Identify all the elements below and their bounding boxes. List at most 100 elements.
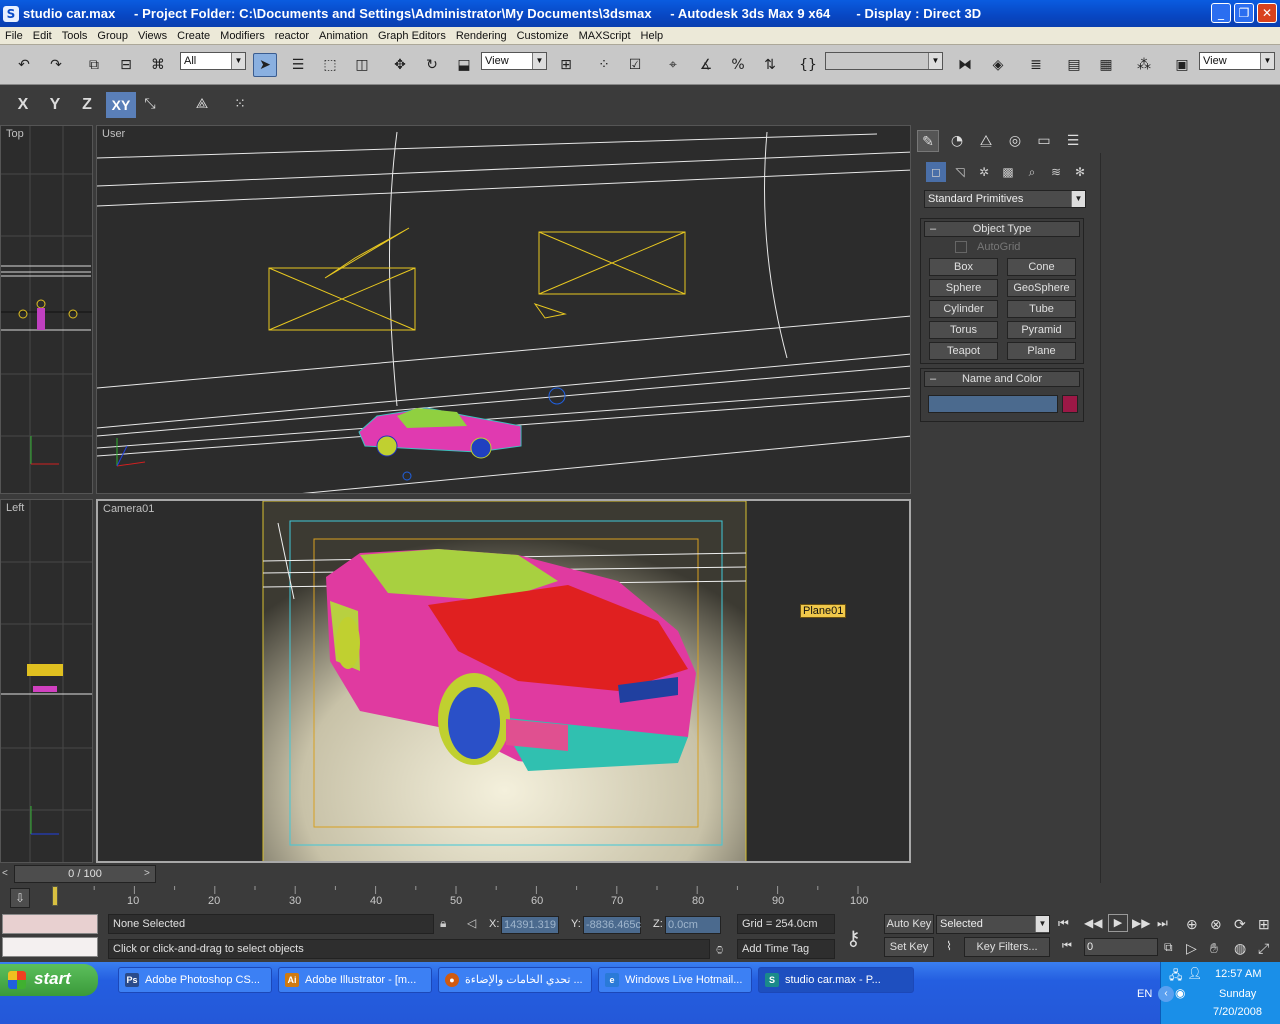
render-scene-icon[interactable]: ▣ (1170, 53, 1194, 77)
helpers-icon[interactable]: ⌕ (1022, 162, 1042, 182)
viewport-left[interactable]: Left (0, 499, 93, 863)
menu-modifiers[interactable]: Modifiers (215, 30, 270, 42)
layer-manager-icon[interactable]: ≣ (1024, 53, 1048, 77)
schematic-view-icon[interactable]: ▦ (1094, 53, 1118, 77)
start-button[interactable]: start (0, 964, 98, 996)
cylinder-button[interactable]: Cylinder (929, 300, 998, 318)
viewport-label-user[interactable]: User (102, 128, 125, 140)
default-in-out-tangents-icon[interactable]: ⌇ (938, 939, 960, 957)
array-icon[interactable]: ⟁ (190, 92, 214, 116)
next-frame-icon[interactable]: ▶︎▶︎ (1132, 916, 1150, 930)
category-dropdown[interactable]: Standard Primitives ▼ (924, 190, 1086, 208)
menu-help[interactable]: Help (636, 30, 669, 42)
select-by-name-icon[interactable]: ☰ (286, 53, 310, 77)
pan-icon[interactable]: ✋︎ (1210, 940, 1218, 957)
lock-icon[interactable]: 🔒︎ (440, 916, 446, 931)
viewport-label-top[interactable]: Top (6, 128, 24, 140)
plane-button[interactable]: Plane (1007, 342, 1076, 360)
zoom-all-icon[interactable]: ⊗ (1210, 916, 1222, 933)
move-icon[interactable]: ✥ (388, 53, 412, 77)
spinner-snap-icon[interactable]: ⇅ (758, 53, 782, 77)
select-manipulate-icon[interactable]: ⁘ (592, 53, 616, 77)
geometry-icon[interactable]: ◻ (926, 162, 946, 182)
play-icon[interactable]: ▶︎ (1108, 914, 1128, 932)
bind-spacewarp-icon[interactable]: ⌘ (146, 53, 170, 77)
scale-icon[interactable]: ⬓ (452, 53, 476, 77)
systems-icon[interactable]: ✻ (1070, 162, 1090, 182)
previous-frame-icon[interactable]: ◀︎◀︎ (1084, 916, 1102, 930)
close-button[interactable]: ✕ (1257, 3, 1277, 23)
key-filters-button[interactable]: Key Filters... (964, 937, 1050, 957)
hierarchy-tab-icon[interactable]: ⧋ (975, 130, 997, 152)
autogrid-checkbox[interactable] (955, 241, 967, 253)
maxscript-output-mini[interactable] (2, 937, 98, 957)
create-tab-icon[interactable]: ✎ (917, 130, 939, 152)
task-illustrator[interactable]: Ai Adobe Illustrator - [m... (278, 967, 432, 993)
zoom-extents-icon[interactable]: ⊞ (1258, 916, 1270, 933)
space-warps-icon[interactable]: ≋ (1046, 162, 1066, 182)
y-coordinate-field[interactable]: -8836.465c (583, 916, 641, 934)
task-firefox[interactable]: ● تحدي الخامات والإضاءة ... (438, 967, 592, 993)
go-to-end-icon[interactable]: ⏭︎ (1157, 916, 1168, 931)
shapes-icon[interactable]: ◹ (950, 162, 970, 182)
axis-x-button[interactable]: X (10, 92, 36, 118)
display-tab-icon[interactable]: ▭ (1033, 130, 1055, 152)
tube-button[interactable]: Tube (1007, 300, 1076, 318)
render-type-dropdown[interactable]: View ▼ (1199, 52, 1275, 70)
menu-customize[interactable]: Customize (512, 30, 574, 42)
z-coordinate-field[interactable]: 0.0cm (665, 916, 721, 934)
snap-toggle-icon[interactable]: ⌖ (661, 53, 685, 77)
field-of-view-icon[interactable]: ▷ (1186, 940, 1197, 957)
viewport-user[interactable]: User (96, 125, 911, 494)
time-tag-icon[interactable]: ⌚︎ (714, 942, 725, 958)
teapot-button[interactable]: Teapot (929, 342, 998, 360)
maxscript-listener-mini[interactable] (2, 914, 98, 934)
time-slider-thumb[interactable]: 0 / 100 (14, 865, 156, 883)
arc-rotate-icon[interactable]: ◍ (1234, 940, 1246, 957)
menu-edit[interactable]: Edit (28, 30, 57, 42)
zoom-icon[interactable]: ⊕ (1186, 916, 1198, 933)
selection-filter-dropdown[interactable]: All ▼ (180, 52, 246, 70)
material-editor-icon[interactable]: ⁂ (1132, 53, 1156, 77)
select-link-icon[interactable]: ⧉ (82, 53, 106, 77)
menu-views[interactable]: Views (133, 30, 172, 42)
task-photoshop[interactable]: Ps Adobe Photoshop CS... (118, 967, 272, 993)
geosphere-button[interactable]: GeoSphere (1007, 279, 1076, 297)
minimize-button[interactable]: _ (1211, 3, 1231, 23)
add-time-tag[interactable]: Add Time Tag (737, 939, 835, 959)
language-indicator[interactable]: EN (1137, 988, 1152, 1000)
pivot-center-icon[interactable]: ⊞ (554, 53, 578, 77)
go-to-start-icon[interactable]: ⏮︎ (1058, 916, 1069, 931)
angle-snap-icon[interactable]: ∡ (694, 53, 718, 77)
track-bar[interactable]: ⇩ 10 20 30 40 50 60 70 80 90 100 (0, 884, 911, 912)
time-configuration-icon[interactable]: ⧉ (1164, 940, 1173, 955)
task-hotmail[interactable]: e Windows Live Hotmail... (598, 967, 752, 993)
torus-button[interactable]: Torus (929, 321, 998, 339)
viewport-label-camera[interactable]: Camera01 (103, 503, 154, 515)
axis-z-button[interactable]: Z (74, 92, 100, 118)
key-mode-toggle-icon[interactable]: ⏮︎ (1062, 940, 1072, 953)
window-crossing-icon[interactable]: ◫ (350, 53, 374, 77)
menu-animation[interactable]: Animation (314, 30, 373, 42)
orbit-icon[interactable]: ⟳ (1234, 916, 1246, 933)
menu-group[interactable]: Group (92, 30, 133, 42)
key-mode-dropdown[interactable]: Selected ▼ (936, 915, 1050, 934)
chevron-right-icon[interactable]: > (144, 866, 156, 882)
lights-icon[interactable]: ✲ (974, 162, 994, 182)
chevron-left-icon[interactable]: ‹ (1158, 986, 1174, 1002)
keyboard-shortcut-override-icon[interactable]: ☑ (623, 53, 647, 77)
current-frame-field[interactable]: 0 (1084, 938, 1158, 956)
speaker-icon[interactable]: ◉ (1175, 986, 1185, 1000)
modify-tab-icon[interactable]: ◔ (946, 130, 968, 152)
unlink-icon[interactable]: ⊟ (114, 53, 138, 77)
pyramid-button[interactable]: Pyramid (1007, 321, 1076, 339)
menu-file[interactable]: File (0, 30, 28, 42)
mirror-icon[interactable]: ⧓ (953, 53, 977, 77)
set-key-icon[interactable]: ⚷ (846, 926, 861, 950)
undo-icon[interactable]: ↶ (12, 53, 36, 77)
box-button[interactable]: Box (929, 258, 998, 276)
menu-graph-editors[interactable]: Graph Editors (373, 30, 451, 42)
menu-maxscript[interactable]: MAXScript (574, 30, 636, 42)
sphere-button[interactable]: Sphere (929, 279, 998, 297)
menu-reactor[interactable]: reactor (270, 30, 314, 42)
